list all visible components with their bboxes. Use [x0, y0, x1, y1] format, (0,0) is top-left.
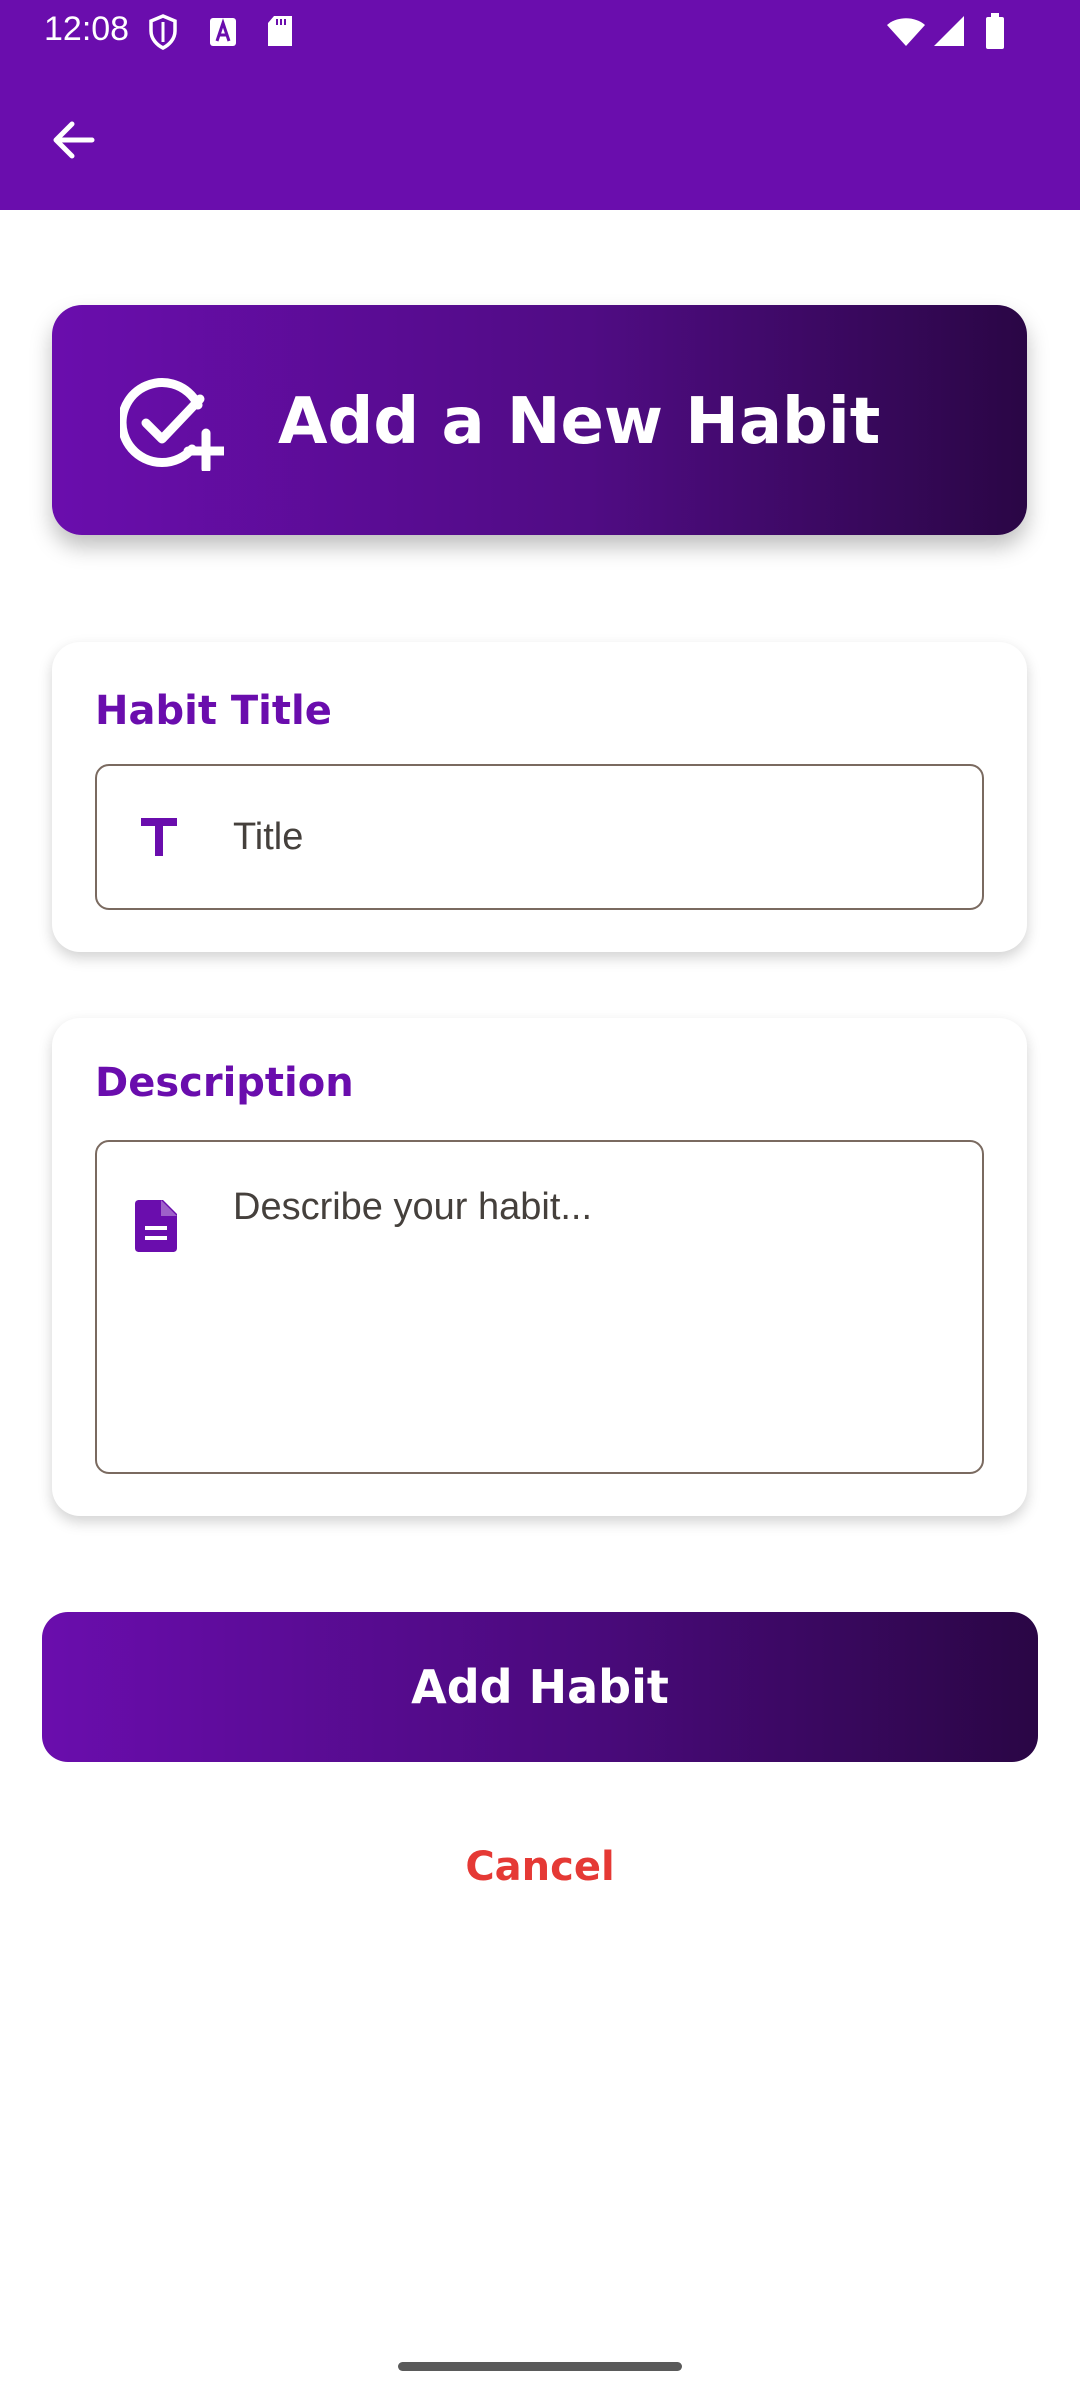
a-box-icon [210, 18, 236, 46]
habit-title-placeholder: Title [233, 816, 304, 858]
home-indicator[interactable] [398, 2362, 682, 2371]
habit-title-card: Habit Title Title [52, 642, 1027, 952]
status-bar: 12:08 [0, 0, 1080, 64]
app-bar [0, 64, 1080, 210]
shield-icon [149, 14, 177, 50]
description-placeholder: Describe your habit... [233, 1186, 593, 1228]
page-title: Add a New Habit [278, 385, 881, 459]
header-card: Add a New Habit [52, 305, 1027, 535]
cancel-button[interactable]: Cancel [340, 1836, 740, 1898]
habit-title-input[interactable]: Title [95, 764, 984, 910]
description-card: Description Describe your habit... [52, 1018, 1027, 1516]
battery-icon [986, 13, 1004, 49]
check-circle-plus-icon [120, 378, 224, 471]
text-t-icon [141, 818, 177, 856]
signal-icon [934, 16, 964, 46]
status-time: 12:08 [44, 10, 130, 48]
document-icon [135, 1200, 177, 1252]
description-input[interactable]: Describe your habit... [95, 1140, 984, 1474]
habit-title-label: Habit Title [95, 688, 332, 734]
back-button[interactable] [40, 106, 108, 174]
sd-card-icon [268, 16, 292, 46]
description-label: Description [95, 1060, 354, 1106]
arrow-back-icon [53, 121, 95, 159]
add-habit-label: Add Habit [411, 1660, 669, 1714]
wifi-icon [887, 18, 925, 46]
add-habit-button[interactable]: Add Habit [42, 1612, 1038, 1762]
